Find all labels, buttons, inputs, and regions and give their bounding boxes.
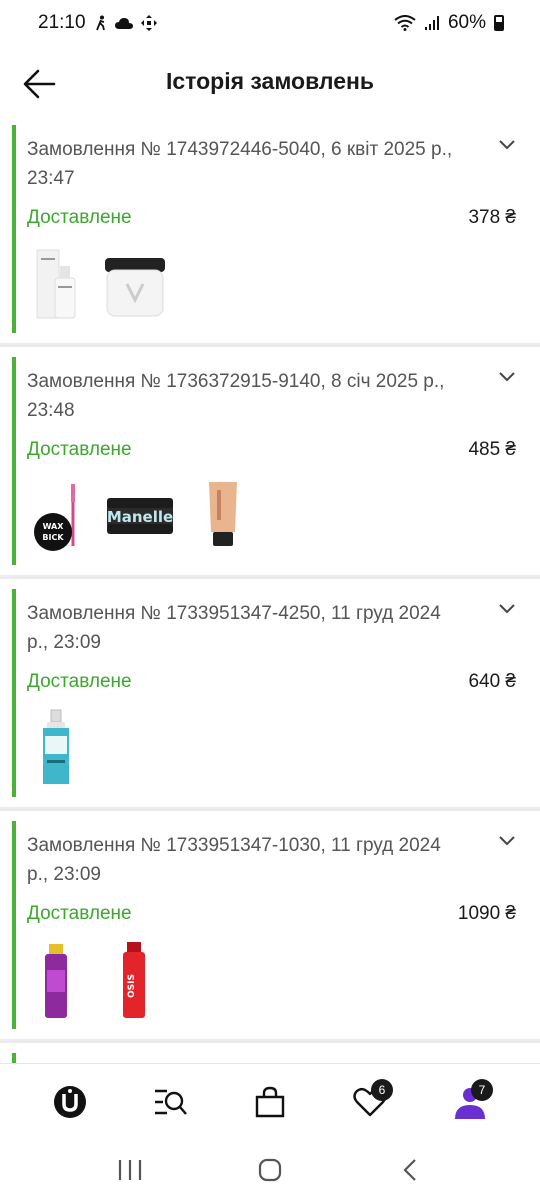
status-time: 21:10 <box>38 12 86 33</box>
product-thumbnails: OSIS <box>27 937 165 1023</box>
wifi-icon <box>394 15 416 31</box>
page-title: Історія замовлень <box>165 68 375 94</box>
order-card-partial[interactable] <box>0 1043 540 1063</box>
home-logo-icon <box>54 1085 86 1118</box>
chevron-down-icon[interactable] <box>498 371 516 383</box>
stick-label: BICK <box>42 533 64 542</box>
order-sum: 1090 ₴ <box>457 903 516 924</box>
order-title: Замовлення № 1733951347-1030, 11 груд 20… <box>27 835 441 885</box>
recent-apps-button[interactable] <box>108 1148 152 1192</box>
order-card[interactable]: Замовлення № 1736372915-9140, 8 січ 2025… <box>0 347 540 575</box>
product-thumb-black-jar[interactable]: Manelle <box>105 476 175 556</box>
nav-catalog[interactable] <box>145 1077 195 1127</box>
order-status: Доставлене <box>27 439 132 460</box>
product-thumb-skincare-bottle[interactable] <box>27 244 87 324</box>
nav-cart[interactable] <box>245 1077 295 1127</box>
walking-icon <box>95 15 105 31</box>
product-thumb-wax-stick[interactable]: WAX BICK <box>27 476 87 556</box>
product-thumbnails: WAX BICK Manelle <box>27 473 253 559</box>
order-card[interactable]: Замовлення № 1733951347-4250, 11 груд 20… <box>0 579 540 807</box>
product-thumbnails <box>27 705 87 791</box>
nav-home[interactable] <box>45 1077 95 1127</box>
product-thumb-spray-can-purple[interactable] <box>27 940 87 1020</box>
catalog-search-icon <box>155 1089 187 1115</box>
cart-bag-icon <box>255 1086 285 1117</box>
order-card[interactable]: Замовлення № 1733951347-1030, 11 груд 20… <box>0 811 540 1039</box>
move-arrows-icon <box>140 15 157 31</box>
order-status: Доставлене <box>27 207 132 228</box>
nav-profile[interactable]: 7 <box>445 1077 495 1127</box>
product-thumb-tube[interactable] <box>193 476 253 556</box>
order-sum: 640 ₴ <box>468 671 516 692</box>
home-button[interactable] <box>248 1148 292 1192</box>
home-rounded-square-icon <box>258 1158 282 1182</box>
order-title: Замовлення № 1733951347-4250, 11 груд 20… <box>27 603 441 653</box>
chevron-down-icon[interactable] <box>498 139 516 151</box>
status-notification-icons <box>94 14 158 32</box>
header: Історія замовлень <box>0 58 540 110</box>
order-card[interactable]: Замовлення № 1743972446-5040, 6 квіт 202… <box>0 115 540 343</box>
order-title: Замовлення № 1736372915-9140, 8 січ 2025… <box>27 371 445 421</box>
status-right: 60% <box>394 12 504 34</box>
product-thumb-white-jar[interactable] <box>105 244 165 324</box>
status-left: 21:10 <box>38 12 158 34</box>
order-sum: 378 ₴ <box>468 207 516 228</box>
system-nav <box>0 1140 540 1200</box>
profile-count-badge: 7 <box>471 1078 493 1101</box>
chevron-down-icon[interactable] <box>498 603 516 615</box>
order-status: Доставлене <box>27 671 132 692</box>
orders-list[interactable]: Замовлення № 1743972446-5040, 6 квіт 202… <box>0 115 540 1063</box>
order-sum: 485 ₴ <box>468 439 516 460</box>
manelle-label: Manelle <box>107 508 173 526</box>
recent-apps-icon <box>118 1160 142 1180</box>
product-thumb-spray-can-red[interactable]: OSIS <box>105 940 165 1020</box>
order-title: Замовлення № 1743972446-5040, 6 квіт 202… <box>27 139 453 189</box>
nav-favorites[interactable]: 6 <box>345 1077 395 1127</box>
chevron-left-icon <box>403 1159 416 1181</box>
back-system-button[interactable] <box>388 1148 432 1192</box>
signal-icon <box>424 16 439 30</box>
battery-icon <box>494 15 504 31</box>
status-bar: 21:10 60% <box>0 0 540 46</box>
battery-percent: 60% <box>447 12 486 33</box>
chevron-down-icon[interactable] <box>498 835 516 847</box>
bottom-nav: 6 7 <box>0 1063 540 1139</box>
osis-label: OSIS <box>127 974 137 998</box>
order-status: Доставлене <box>27 903 132 924</box>
product-thumbnails <box>27 241 165 327</box>
wax-label: WAX <box>43 522 65 531</box>
favorites-count-badge: 6 <box>371 1078 393 1101</box>
cloud-icon <box>114 18 133 29</box>
product-thumb-spray-bottle-blue[interactable] <box>27 708 87 788</box>
